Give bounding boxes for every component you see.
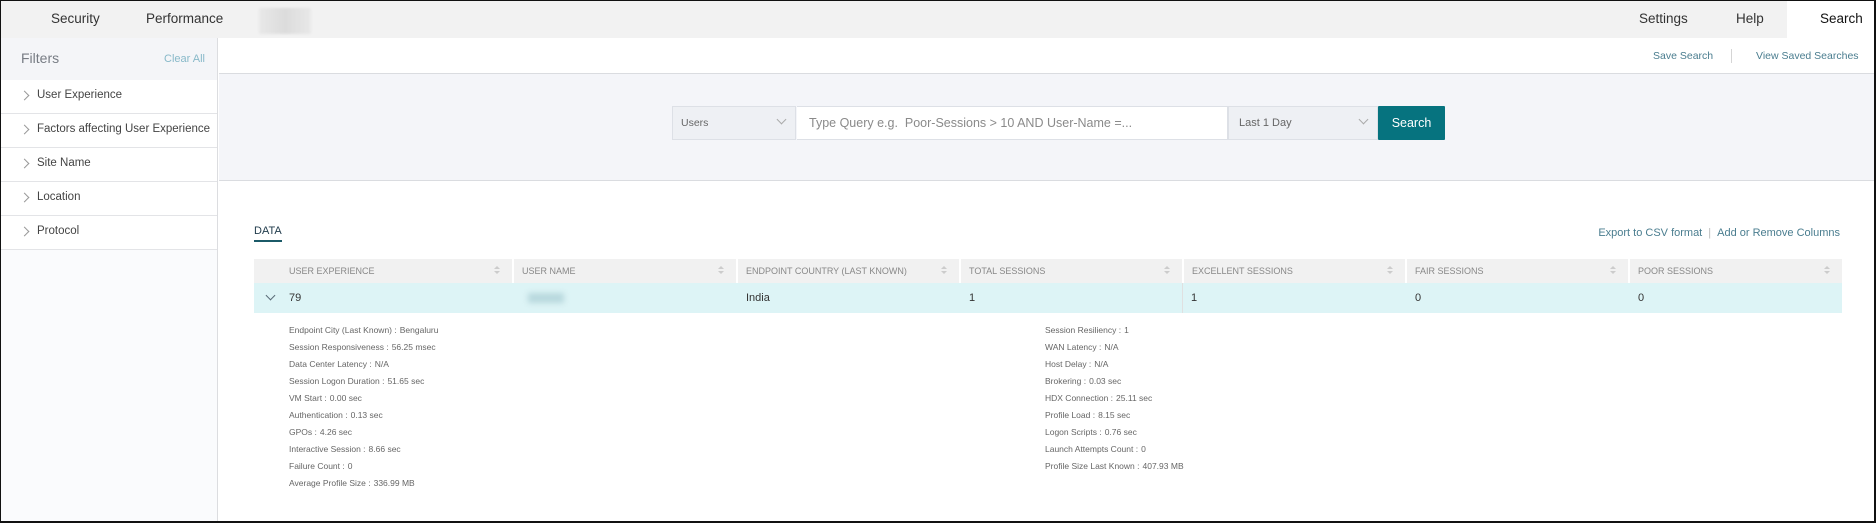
detail-profile-size-last-known: Profile Size Last Known :407.93 MB	[1045, 461, 1184, 471]
cell-excellent-sessions: 1	[1182, 283, 1405, 313]
row-expand-toggle[interactable]	[254, 283, 289, 313]
column-header-poor-sessions[interactable]: POOR SESSIONS	[1628, 259, 1842, 283]
cell-fair-sessions: 0	[1415, 292, 1422, 304]
column-header-fair-sessions[interactable]: FAIR SESSIONS	[1405, 259, 1628, 283]
detail-authentication: Authentication :0.13 sec	[289, 410, 383, 420]
detail-session-logon-duration: Session Logon Duration :51.65 sec	[289, 376, 425, 386]
chevron-right-icon	[19, 124, 30, 135]
cell-user-experience: 79	[289, 292, 302, 304]
expand-column-header	[254, 259, 289, 283]
saved-search-bar: Save Search View Saved Searches	[219, 38, 1874, 74]
filter-protocol[interactable]: Protocol	[1, 216, 217, 250]
detail-profile-load: Profile Load :8.15 sec	[1045, 410, 1131, 420]
detail-brokering: Brokering :0.03 sec	[1045, 376, 1122, 386]
detail-failure-count: Failure Count :0	[289, 461, 353, 471]
sort-icon[interactable]	[1824, 266, 1830, 276]
save-search-link[interactable]: Save Search	[1653, 50, 1713, 62]
nav-tab-security[interactable]: Security	[51, 1, 100, 38]
detail-endpoint-city: Endpoint City (Last Known) : Bengaluru	[289, 325, 439, 335]
divider	[1731, 49, 1732, 63]
divider: |	[1708, 227, 1712, 239]
data-actions: Export to CSV format | Add or Remove Colum…	[1598, 227, 1840, 239]
detail-average-profile-size: Average Profile Size :336.99 MB	[289, 478, 415, 488]
chevron-down-icon	[776, 114, 787, 125]
sort-icon[interactable]	[941, 266, 947, 276]
column-header-endpoint-country[interactable]: ENDPOINT COUNTRY (LAST KNOWN)	[736, 259, 959, 283]
detail-session-responsiveness: Session Responsiveness :56.25 msec	[289, 342, 436, 352]
nav-tab-search[interactable]: Search	[1787, 1, 1874, 38]
detail-launch-attempts-count: Launch Attempts Count :0	[1045, 444, 1146, 454]
main-content: Save Search View Saved Searches Users La…	[219, 38, 1874, 521]
nav-tab-help[interactable]: Help	[1736, 1, 1764, 38]
entity-select-value: Users	[681, 117, 709, 129]
column-header-total-sessions[interactable]: TOTAL SESSIONS	[959, 259, 1182, 283]
detail-logon-scripts: Logon Scripts :0.76 sec	[1045, 427, 1137, 437]
column-header-user-name[interactable]: USER NAME	[512, 259, 736, 283]
cell-total-sessions: 1	[969, 292, 976, 304]
sort-icon[interactable]	[1610, 266, 1616, 276]
cell-user-name	[512, 283, 736, 313]
chevron-right-icon	[19, 158, 30, 169]
cell-endpoint-country: India	[746, 292, 770, 304]
entity-select[interactable]: Users	[672, 106, 796, 140]
chevron-right-icon	[19, 226, 30, 237]
chevron-right-icon	[19, 90, 30, 101]
sort-icon[interactable]	[718, 266, 724, 276]
detail-hdx-connection: HDX Connection :25.11 sec	[1045, 393, 1153, 403]
filter-user-experience[interactable]: User Experience	[1, 80, 217, 114]
sort-icon[interactable]	[1164, 266, 1170, 276]
filter-label: Factors affecting User Experience	[37, 123, 211, 135]
clear-all-link[interactable]: Clear All	[164, 53, 205, 65]
details-left-column: Endpoint City (Last Known) : Bengaluru Se…	[289, 322, 439, 492]
add-remove-columns-link[interactable]: Add or Remove Columns	[1717, 227, 1840, 239]
export-csv-link[interactable]: Export to CSV format	[1598, 227, 1702, 239]
app-window: Security Performance Settings Help Searc…	[0, 0, 1876, 523]
data-grid: USER EXPERIENCE USER NAME ENDPOINT COUNT…	[254, 259, 1842, 313]
search-button[interactable]: Search	[1378, 106, 1445, 140]
nav-tab-redacted[interactable]	[259, 8, 311, 34]
filters-title: Filters	[21, 50, 60, 66]
filter-label: User Experience	[37, 89, 123, 101]
column-header-excellent-sessions[interactable]: EXCELLENT SESSIONS	[1182, 259, 1405, 283]
tab-data[interactable]: DATA	[254, 225, 282, 242]
time-range-select[interactable]: Last 1 Day	[1228, 106, 1378, 140]
redacted-user-name	[528, 293, 564, 304]
filter-factors-affecting-user-experience[interactable]: Factors affecting User Experience	[1, 114, 217, 148]
view-saved-searches-link[interactable]: View Saved Searches	[1756, 50, 1859, 62]
time-range-value: Last 1 Day	[1239, 117, 1292, 129]
sort-icon[interactable]	[1387, 266, 1393, 276]
search-band: Users Last 1 Day Search	[219, 74, 1874, 181]
chevron-down-icon	[265, 290, 276, 301]
filter-location[interactable]: Location	[1, 182, 217, 216]
detail-interactive-session: Interactive Session :8.66 sec	[289, 444, 401, 454]
column-header-user-experience[interactable]: USER EXPERIENCE	[289, 259, 512, 283]
top-nav: Security Performance Settings Help Searc…	[1, 1, 1874, 38]
filter-label: Location	[37, 191, 81, 203]
detail-wan-latency: WAN Latency : N/A	[1045, 342, 1119, 352]
detail-host-delay: Host Delay : N/A	[1045, 359, 1109, 369]
filters-header: Filters Clear All	[1, 38, 217, 80]
detail-session-resiliency: Session Resiliency :1	[1045, 325, 1129, 335]
nav-tab-settings[interactable]: Settings	[1639, 1, 1688, 38]
detail-vm-start: VM Start :0.00 sec	[289, 393, 362, 403]
detail-data-center-latency: Data Center Latency : N/A	[289, 359, 389, 369]
sort-icon[interactable]	[494, 266, 500, 276]
chevron-right-icon	[19, 192, 30, 203]
filters-sidebar: Filters Clear All User Experience Factor…	[1, 38, 218, 521]
chevron-down-icon	[1358, 114, 1369, 125]
nav-tab-performance[interactable]: Performance	[146, 1, 223, 38]
query-input[interactable]	[797, 106, 1228, 140]
details-right-column: Session Resiliency :1 WAN Latency : N/A H…	[1045, 322, 1184, 475]
table-row[interactable]: 79 India 1 1 0 0	[254, 283, 1842, 313]
filter-label: Protocol	[37, 225, 80, 237]
cell-poor-sessions: 0	[1638, 292, 1645, 304]
detail-gpos: GPOs :4.26 sec	[289, 427, 353, 437]
grid-header: USER EXPERIENCE USER NAME ENDPOINT COUNT…	[254, 259, 1842, 283]
filter-label: Site Name	[37, 157, 91, 169]
filter-site-name[interactable]: Site Name	[1, 148, 217, 182]
